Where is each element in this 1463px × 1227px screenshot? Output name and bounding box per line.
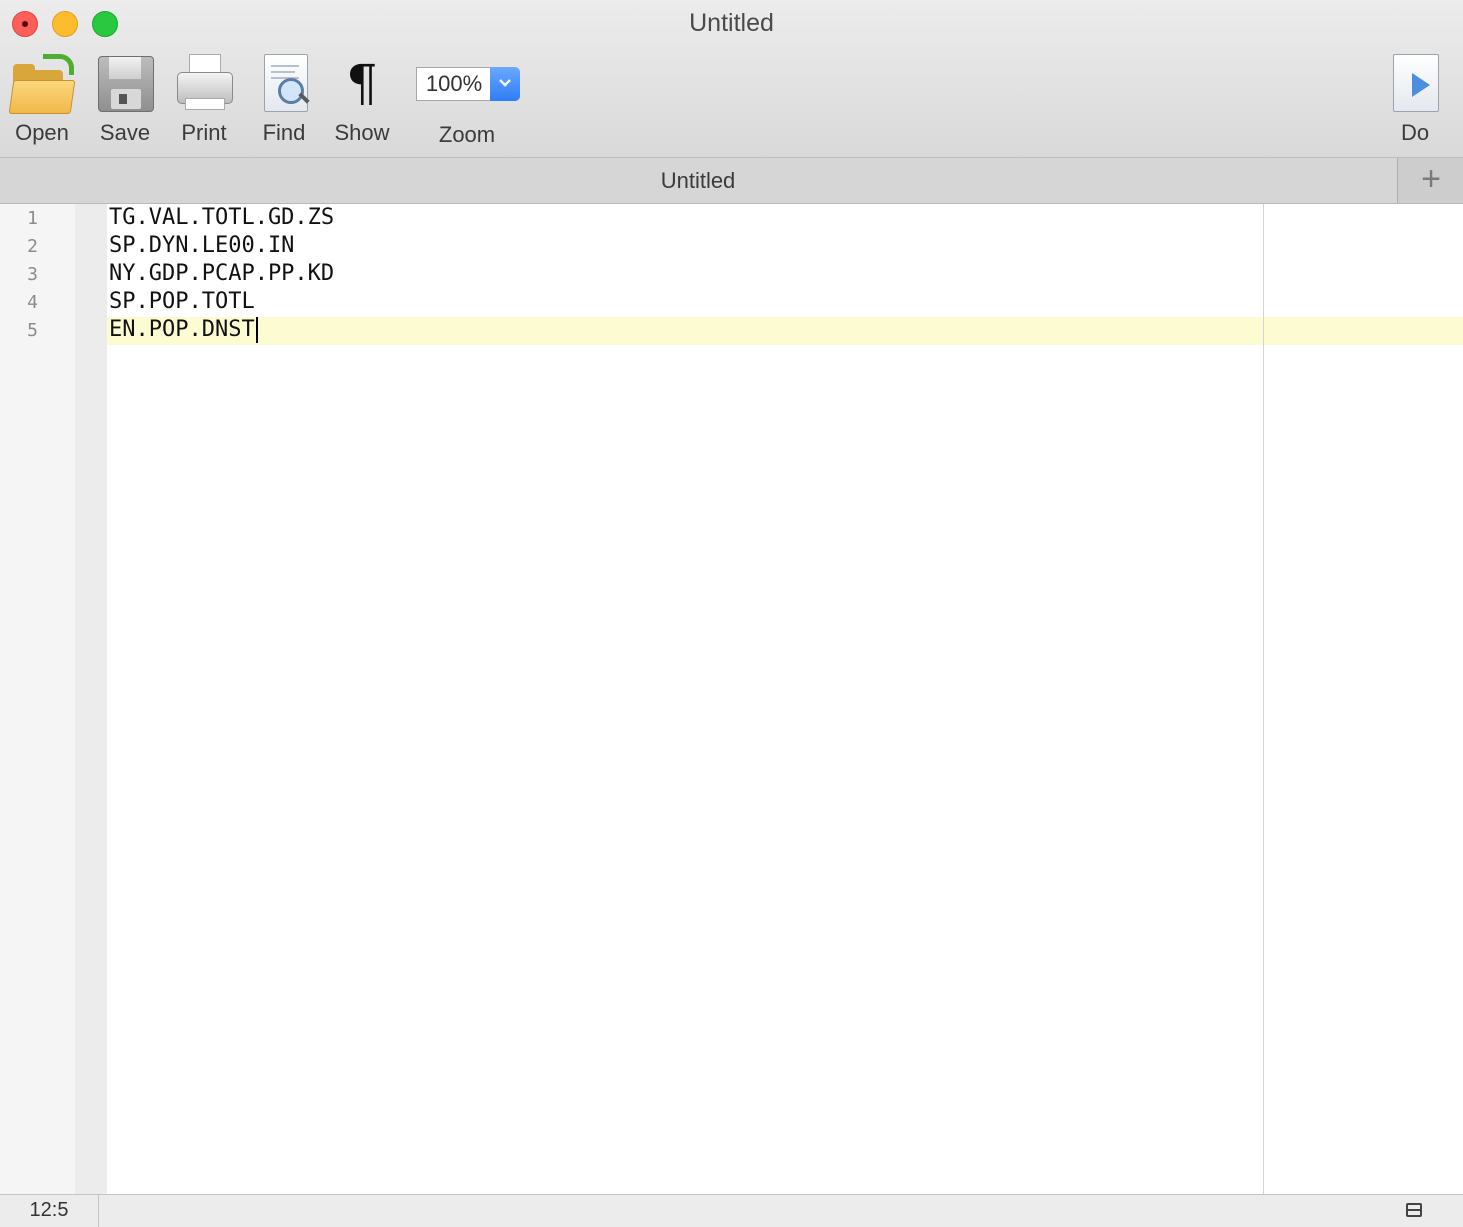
code-area[interactable]: TG.VAL.TOTL.GD.ZS SP.DYN.LE00.IN NY.GDP.… xyxy=(109,204,334,344)
cursor-position[interactable]: 12:5 xyxy=(0,1195,99,1227)
code-line[interactable]: TG.VAL.TOTL.GD.ZS xyxy=(109,204,334,232)
tab-untitled[interactable]: Untitled xyxy=(0,158,1396,203)
status-bar: 12:5 xyxy=(0,1194,1463,1227)
add-tab-button[interactable]: + xyxy=(1397,158,1463,203)
text-caret xyxy=(255,317,258,343)
line-number: 2 xyxy=(27,236,38,257)
tab-bar: Untitled + xyxy=(0,158,1463,204)
show-invisibles-button[interactable]: ¶ Show xyxy=(330,52,394,146)
editor-window: Untitled Open Save Print Find ¶ Show 100… xyxy=(0,0,1463,1227)
find-label: Find xyxy=(262,120,306,145)
code-line-text: NY.GDP.PCAP.PP.KD xyxy=(109,261,335,286)
zoom-select[interactable]: 100% xyxy=(414,67,520,101)
code-line[interactable]: SP.POP.TOTL xyxy=(109,288,334,316)
zoom-control: 100% Zoom xyxy=(412,67,522,148)
zoom-label: Zoom xyxy=(438,122,496,147)
print-button[interactable]: Print xyxy=(173,52,235,146)
print-label: Print xyxy=(181,120,227,145)
window-toolbar: Untitled Open Save Print Find ¶ Show 100… xyxy=(0,0,1463,158)
zoom-value[interactable]: 100% xyxy=(416,67,492,101)
code-line-text: SP.POP.TOTL xyxy=(109,289,255,314)
open-button[interactable]: Open xyxy=(6,52,78,146)
printer-icon xyxy=(175,52,233,114)
find-button[interactable]: Find xyxy=(256,52,312,146)
code-line-text: EN.POP.DNST xyxy=(109,317,255,342)
open-folder-icon xyxy=(8,52,76,114)
split-view-icon[interactable] xyxy=(1406,1203,1422,1217)
show-label: Show xyxy=(334,120,390,145)
document-play-icon xyxy=(1389,52,1441,114)
code-line-text: TG.VAL.TOTL.GD.ZS xyxy=(109,205,335,230)
text-editor[interactable]: 1 2 3 4 5 TG.VAL.TOTL.GD.ZS SP.DYN.LE00.… xyxy=(0,204,1463,1194)
line-number: 3 xyxy=(27,264,38,285)
document-magnifier-icon xyxy=(258,52,310,114)
line-numbers: 1 2 3 4 5 xyxy=(0,204,48,345)
chevron-down-icon[interactable] xyxy=(490,67,520,101)
fold-column[interactable] xyxy=(75,204,107,1194)
open-label: Open xyxy=(15,120,69,145)
do-button[interactable]: Do xyxy=(1386,52,1444,146)
code-line-text: SP.DYN.LE00.IN xyxy=(109,233,295,258)
line-number: 1 xyxy=(27,208,38,229)
code-line[interactable]: NY.GDP.PCAP.PP.KD xyxy=(109,260,334,288)
line-number: 5 xyxy=(27,320,38,341)
code-line-current[interactable]: EN.POP.DNST xyxy=(109,316,334,344)
page-guide xyxy=(1263,204,1264,1194)
pilcrow-icon: ¶ xyxy=(346,54,378,112)
code-line[interactable]: SP.DYN.LE00.IN xyxy=(109,232,334,260)
save-label: Save xyxy=(99,120,151,145)
floppy-disk-icon xyxy=(96,52,154,114)
line-number-gutter xyxy=(0,204,75,1194)
line-number: 4 xyxy=(27,292,38,313)
save-button[interactable]: Save xyxy=(94,52,156,146)
window-title: Untitled xyxy=(689,9,774,37)
do-label: Do xyxy=(1400,120,1430,145)
